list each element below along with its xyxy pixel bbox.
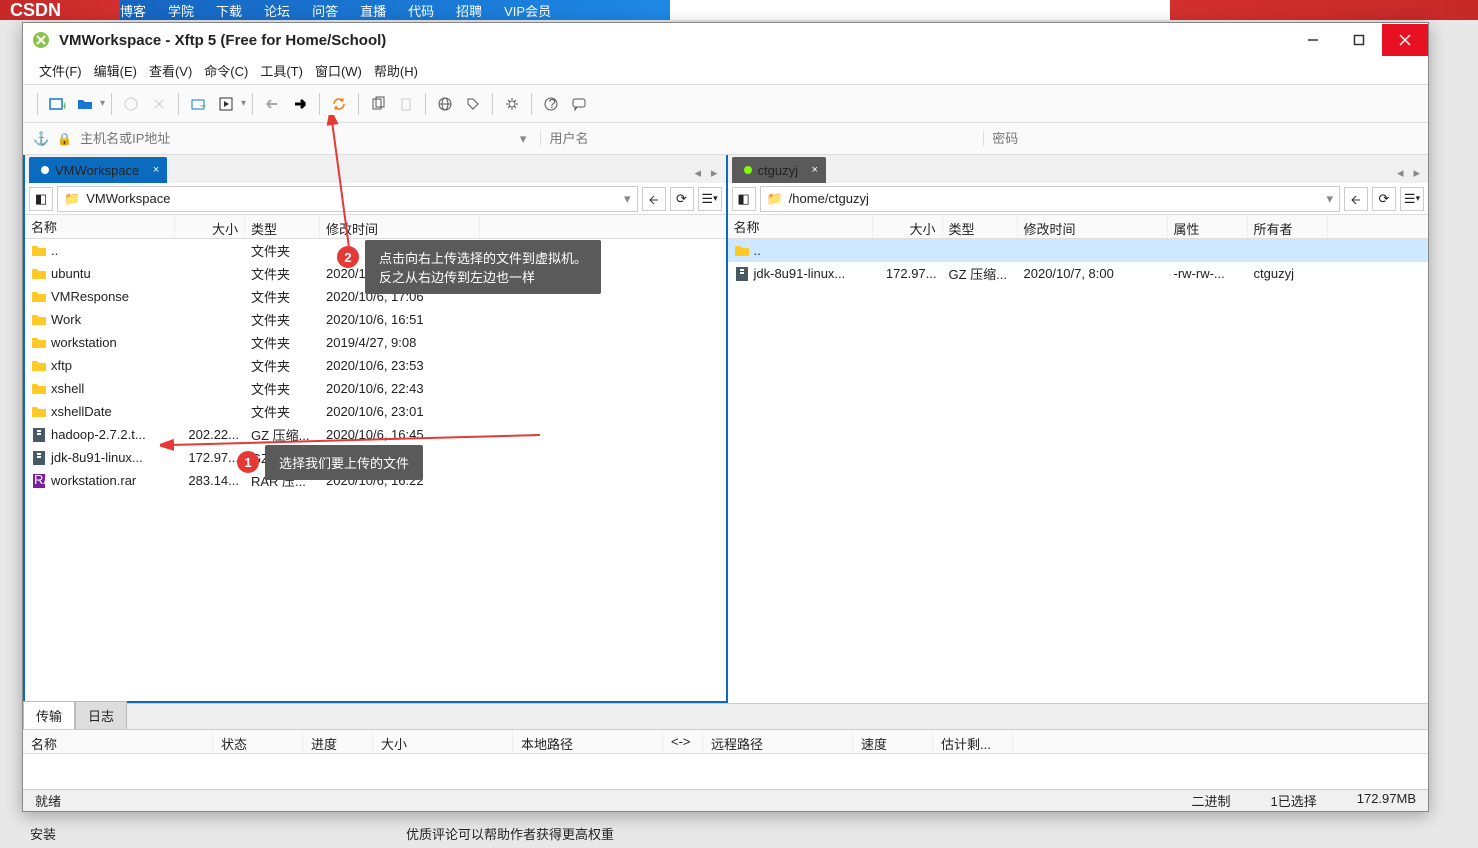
chat-icon[interactable] <box>566 91 592 117</box>
maximize-button[interactable] <box>1336 24 1382 56</box>
transfer-panel: 名称状态进度大小本地路径<->远程路径速度估计剩... <box>23 729 1428 789</box>
menu-window[interactable]: 窗口(W) <box>315 61 362 80</box>
play-icon[interactable] <box>213 91 239 117</box>
close-tab-icon[interactable]: × <box>153 164 159 176</box>
tab-prev-icon[interactable]: ◂ <box>1393 163 1408 183</box>
lock-icon: 🔒 <box>57 132 72 146</box>
password-input[interactable] <box>983 131 1418 146</box>
status-mode: 二进制 <box>1191 791 1230 810</box>
tag-icon[interactable] <box>460 91 486 117</box>
local-columns[interactable]: 名称大小类型修改时间 <box>25 215 726 239</box>
statusbar: 就绪 二进制 1已选择 172.97MB <box>23 789 1428 811</box>
menu-help[interactable]: 帮助(H) <box>374 61 418 80</box>
view-icon[interactable]: ☰▾ <box>1400 187 1424 211</box>
tab-next-icon[interactable]: ▸ <box>1409 163 1424 183</box>
remote-pane: ctguzyj× ◂▸ ◧ 📁/home/ctguzyj▾ ⟳ ☰▾ 名称大小类… <box>728 155 1429 703</box>
up-dir-icon[interactable] <box>642 187 666 211</box>
folder-icon: 📁 <box>64 191 80 207</box>
local-tab[interactable]: VMWorkspace× <box>29 157 167 183</box>
pane-layout-icon[interactable]: ◧ <box>29 187 53 211</box>
menu-edit[interactable]: 编辑(E) <box>94 61 137 80</box>
new-tab-icon[interactable]: + <box>44 91 70 117</box>
close-tab-icon[interactable]: × <box>812 164 818 176</box>
background-footer: 安装优质评论可以帮助作者获得更高权重 <box>0 818 1478 848</box>
file-row[interactable]: xshell 文件夹2020/10/6, 22:43 <box>25 377 726 400</box>
pane-layout-icon[interactable]: ◧ <box>732 187 756 211</box>
file-row[interactable]: Work 文件夹2020/10/6, 16:51 <box>25 308 726 331</box>
status-text: 就绪 <box>35 791 61 810</box>
file-row[interactable]: ubuntu 文件夹2020/10/6, 17:06 <box>25 262 726 285</box>
arrow-left-icon[interactable] <box>259 91 285 117</box>
svg-text:?: ? <box>549 96 556 111</box>
close-button[interactable] <box>1382 24 1428 56</box>
file-row[interactable]: VMResponse 文件夹2020/10/6, 17:06 <box>25 285 726 308</box>
status-selected: 1已选择 <box>1271 791 1317 810</box>
view-icon[interactable]: ☰▾ <box>698 187 722 211</box>
svg-text:+: + <box>61 98 66 113</box>
minimize-button[interactable] <box>1290 24 1336 56</box>
file-row[interactable]: xftp 文件夹2020/10/6, 23:53 <box>25 354 726 377</box>
window-title: VMWorkspace - Xftp 5 (Free for Home/Scho… <box>59 32 386 49</box>
up-dir-icon[interactable] <box>1344 187 1368 211</box>
menubar: 文件(F) 编辑(E) 查看(V) 命令(C) 工具(T) 窗口(W) 帮助(H… <box>23 57 1428 85</box>
status-size: 172.97MB <box>1357 791 1416 810</box>
globe-icon[interactable] <box>432 91 458 117</box>
file-row[interactable]: .. 文件夹 <box>25 239 726 262</box>
tab-prev-icon[interactable]: ◂ <box>690 163 705 183</box>
file-row[interactable]: .. <box>728 239 1429 262</box>
toolbar: + ▾ + ▾ ? <box>23 85 1428 123</box>
background-nav: CSDN 博客学院下载论坛问答直播代码招聘VIP会员 <box>0 0 1478 20</box>
anchor-icon: ⚓ <box>33 131 49 147</box>
menu-command[interactable]: 命令(C) <box>204 61 248 80</box>
arrow-right-icon[interactable] <box>287 91 313 117</box>
local-path-input[interactable]: 📁VMWorkspace▾ <box>57 186 638 212</box>
bottom-tabs: 传输 日志 <box>23 703 1428 729</box>
tab-transfer[interactable]: 传输 <box>23 701 75 729</box>
app-window: VMWorkspace - Xftp 5 (Free for Home/Scho… <box>22 22 1429 812</box>
remote-file-list[interactable]: .. jdk-8u91-linux... 172.97...GZ 压缩...20… <box>728 239 1429 703</box>
menu-view[interactable]: 查看(V) <box>149 61 192 80</box>
svg-text:RAR: RAR <box>34 473 47 487</box>
remote-tab[interactable]: ctguzyj× <box>732 157 826 183</box>
file-row[interactable]: hadoop-2.7.2.t... 202.22...GZ 压缩...2020/… <box>25 423 726 446</box>
menu-file[interactable]: 文件(F) <box>39 61 82 80</box>
host-input[interactable] <box>80 131 506 146</box>
file-row[interactable]: workstation 文件夹2019/4/27, 9:08 <box>25 331 726 354</box>
app-icon <box>31 30 51 50</box>
remote-columns[interactable]: 名称大小类型修改时间属性所有者 <box>728 215 1429 239</box>
new-folder-icon[interactable]: + <box>185 91 211 117</box>
refresh-icon[interactable]: ⟳ <box>1372 187 1396 211</box>
file-row[interactable]: jdk-8u91-linux... 172.97...GZ 压缩...2020/… <box>25 446 726 469</box>
gear-icon[interactable] <box>499 91 525 117</box>
titlebar: VMWorkspace - Xftp 5 (Free for Home/Scho… <box>23 23 1428 57</box>
paste-icon[interactable] <box>393 91 419 117</box>
sync-icon[interactable] <box>326 91 352 117</box>
file-row[interactable]: jdk-8u91-linux... 172.97...GZ 压缩...2020/… <box>728 262 1429 285</box>
local-pane: VMWorkspace× ◂▸ ◧ 📁VMWorkspace▾ ⟳ ☰▾ 名称大… <box>23 155 728 703</box>
folder-icon: 📁 <box>767 191 783 207</box>
local-file-list[interactable]: .. 文件夹 ubuntu 文件夹2020/10/6, 17:06 VMResp… <box>25 239 726 701</box>
tab-log[interactable]: 日志 <box>75 701 127 729</box>
file-row[interactable]: xshellDate 文件夹2020/10/6, 23:01 <box>25 400 726 423</box>
help-icon[interactable]: ? <box>538 91 564 117</box>
refresh-icon[interactable]: ⟳ <box>670 187 694 211</box>
tab-next-icon[interactable]: ▸ <box>707 163 722 183</box>
file-row[interactable]: RARworkstation.rar 283.14...RAR 压...2020… <box>25 469 726 492</box>
copy-icon[interactable] <box>365 91 391 117</box>
menu-tools[interactable]: 工具(T) <box>260 61 303 80</box>
connect-icon[interactable] <box>118 91 144 117</box>
disconnect-icon[interactable] <box>146 91 172 117</box>
open-icon[interactable] <box>72 91 98 117</box>
address-row: ⚓ 🔒 ▾ <box>23 123 1428 155</box>
host-dropdown-icon[interactable]: ▾ <box>514 131 533 147</box>
svg-text:+: + <box>200 98 206 112</box>
username-input[interactable] <box>540 131 975 146</box>
remote-path-input[interactable]: 📁/home/ctguzyj▾ <box>760 186 1341 212</box>
